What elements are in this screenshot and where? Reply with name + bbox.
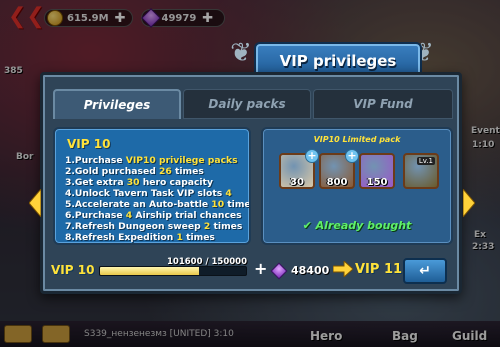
item-quantity: 30 — [290, 177, 304, 188]
privilege-highlight: 26 — [158, 166, 172, 177]
item-level-badge: Lv.1 — [416, 157, 435, 165]
privilege-text: times — [227, 199, 251, 210]
pack-item-chest[interactable]: Lv.1 — [403, 153, 439, 189]
pack-item-treasure[interactable]: + 800 — [319, 149, 359, 189]
privilege-highlight: 10 — [211, 199, 225, 210]
return-arrow-icon: ↵ — [419, 263, 431, 279]
privilege-text: hero capacity — [139, 177, 213, 188]
privileges-panel: VIP 10 1.Purchase VIP10 privilege packs 2… — [53, 127, 251, 245]
check-icon: ✔ — [302, 219, 316, 232]
tab-vip-fund[interactable]: VIP Fund — [313, 89, 453, 119]
privilege-text: times — [171, 166, 204, 177]
tab-vip-fund-label: VIP Fund — [353, 97, 413, 111]
tab-privileges[interactable]: Privileges — [53, 89, 181, 119]
privilege-item: 7.Refresh Dungeon sweep 2 times — [65, 221, 249, 232]
previous-vip-arrow-icon[interactable] — [29, 189, 41, 217]
privileges-list: 1.Purchase VIP10 privilege packs 2.Gold p… — [65, 155, 251, 243]
privilege-item: 5.Accelerate an Auto-battle 10 times — [65, 199, 251, 210]
privilege-item: 4.Unlock Tavern Task VIP slots 4 — [65, 188, 249, 199]
privilege-highlight: 30 — [126, 177, 140, 188]
privilege-text: 8.Refresh Expedition — [65, 232, 177, 243]
vip-progress-fill — [100, 267, 199, 275]
privilege-text: times — [182, 232, 215, 243]
privilege-text: 7.Refresh Dungeon sweep — [65, 221, 204, 232]
tab-daily-packs-label: Daily packs — [208, 97, 286, 111]
item-info-plus-icon[interactable]: + — [345, 149, 359, 163]
gems-needed: 48400 — [291, 264, 330, 277]
plus-icon: + — [254, 259, 268, 278]
privilege-text: 5.Accelerate an Auto-battle — [65, 199, 212, 210]
gem-icon — [270, 262, 288, 280]
current-vip-label: VIP 10 — [51, 263, 95, 277]
privilege-text: Airship trial chances — [132, 210, 242, 221]
privilege-item: 6.Purchase 4 Airship trial chances — [65, 210, 249, 221]
arrow-right-icon — [333, 261, 353, 277]
limited-pack-panel: VIP10 Limited pack + 30 + 800 150 Lv.1 ✔… — [261, 127, 453, 245]
pack-item-potion[interactable]: 150 — [359, 153, 395, 189]
privilege-text: times — [210, 221, 243, 232]
vip-progress-bar — [99, 266, 247, 276]
pack-item-hero-card[interactable]: + 30 — [279, 149, 319, 189]
item-quantity: 150 — [366, 177, 388, 188]
privilege-text: 4.Unlock Tavern Task VIP slots — [65, 188, 226, 199]
already-bought-text: Already bought — [315, 219, 412, 232]
privilege-item: 3.Get extra 30 hero capacity — [65, 177, 249, 188]
item-quantity: 800 — [326, 177, 348, 188]
vip-privileges-modal: Privileges Daily packs VIP Fund VIP 10 1… — [29, 72, 475, 294]
item-info-plus-icon[interactable]: + — [305, 149, 319, 163]
privilege-highlight: VIP10 privilege packs — [125, 155, 238, 166]
return-button[interactable]: ↵ — [403, 258, 447, 284]
privileges-vip-heading: VIP 10 — [67, 137, 111, 151]
next-vip-label: VIP 11 — [355, 262, 403, 277]
tab-daily-packs[interactable]: Daily packs — [183, 89, 311, 119]
privilege-text: 6.Purchase — [65, 210, 126, 221]
privilege-item: 1.Purchase VIP10 privilege packs — [65, 155, 249, 166]
limited-pack-title: VIP10 Limited pack — [313, 135, 401, 144]
tab-privileges-label: Privileges — [83, 98, 151, 112]
privilege-text: 2.Gold purchased — [65, 166, 159, 177]
privilege-highlight: 4 — [225, 188, 232, 199]
already-bought-status: ✔ Already bought — [263, 219, 451, 232]
next-vip-arrow-icon[interactable] — [463, 189, 475, 217]
privilege-item: 8.Refresh Expedition 1 times — [65, 232, 249, 243]
privilege-text: 1.Purchase — [65, 155, 126, 166]
privilege-item: 2.Gold purchased 26 times — [65, 166, 249, 177]
wing-left-icon: ❦ — [230, 38, 252, 68]
privilege-text: 3.Get extra — [65, 177, 127, 188]
